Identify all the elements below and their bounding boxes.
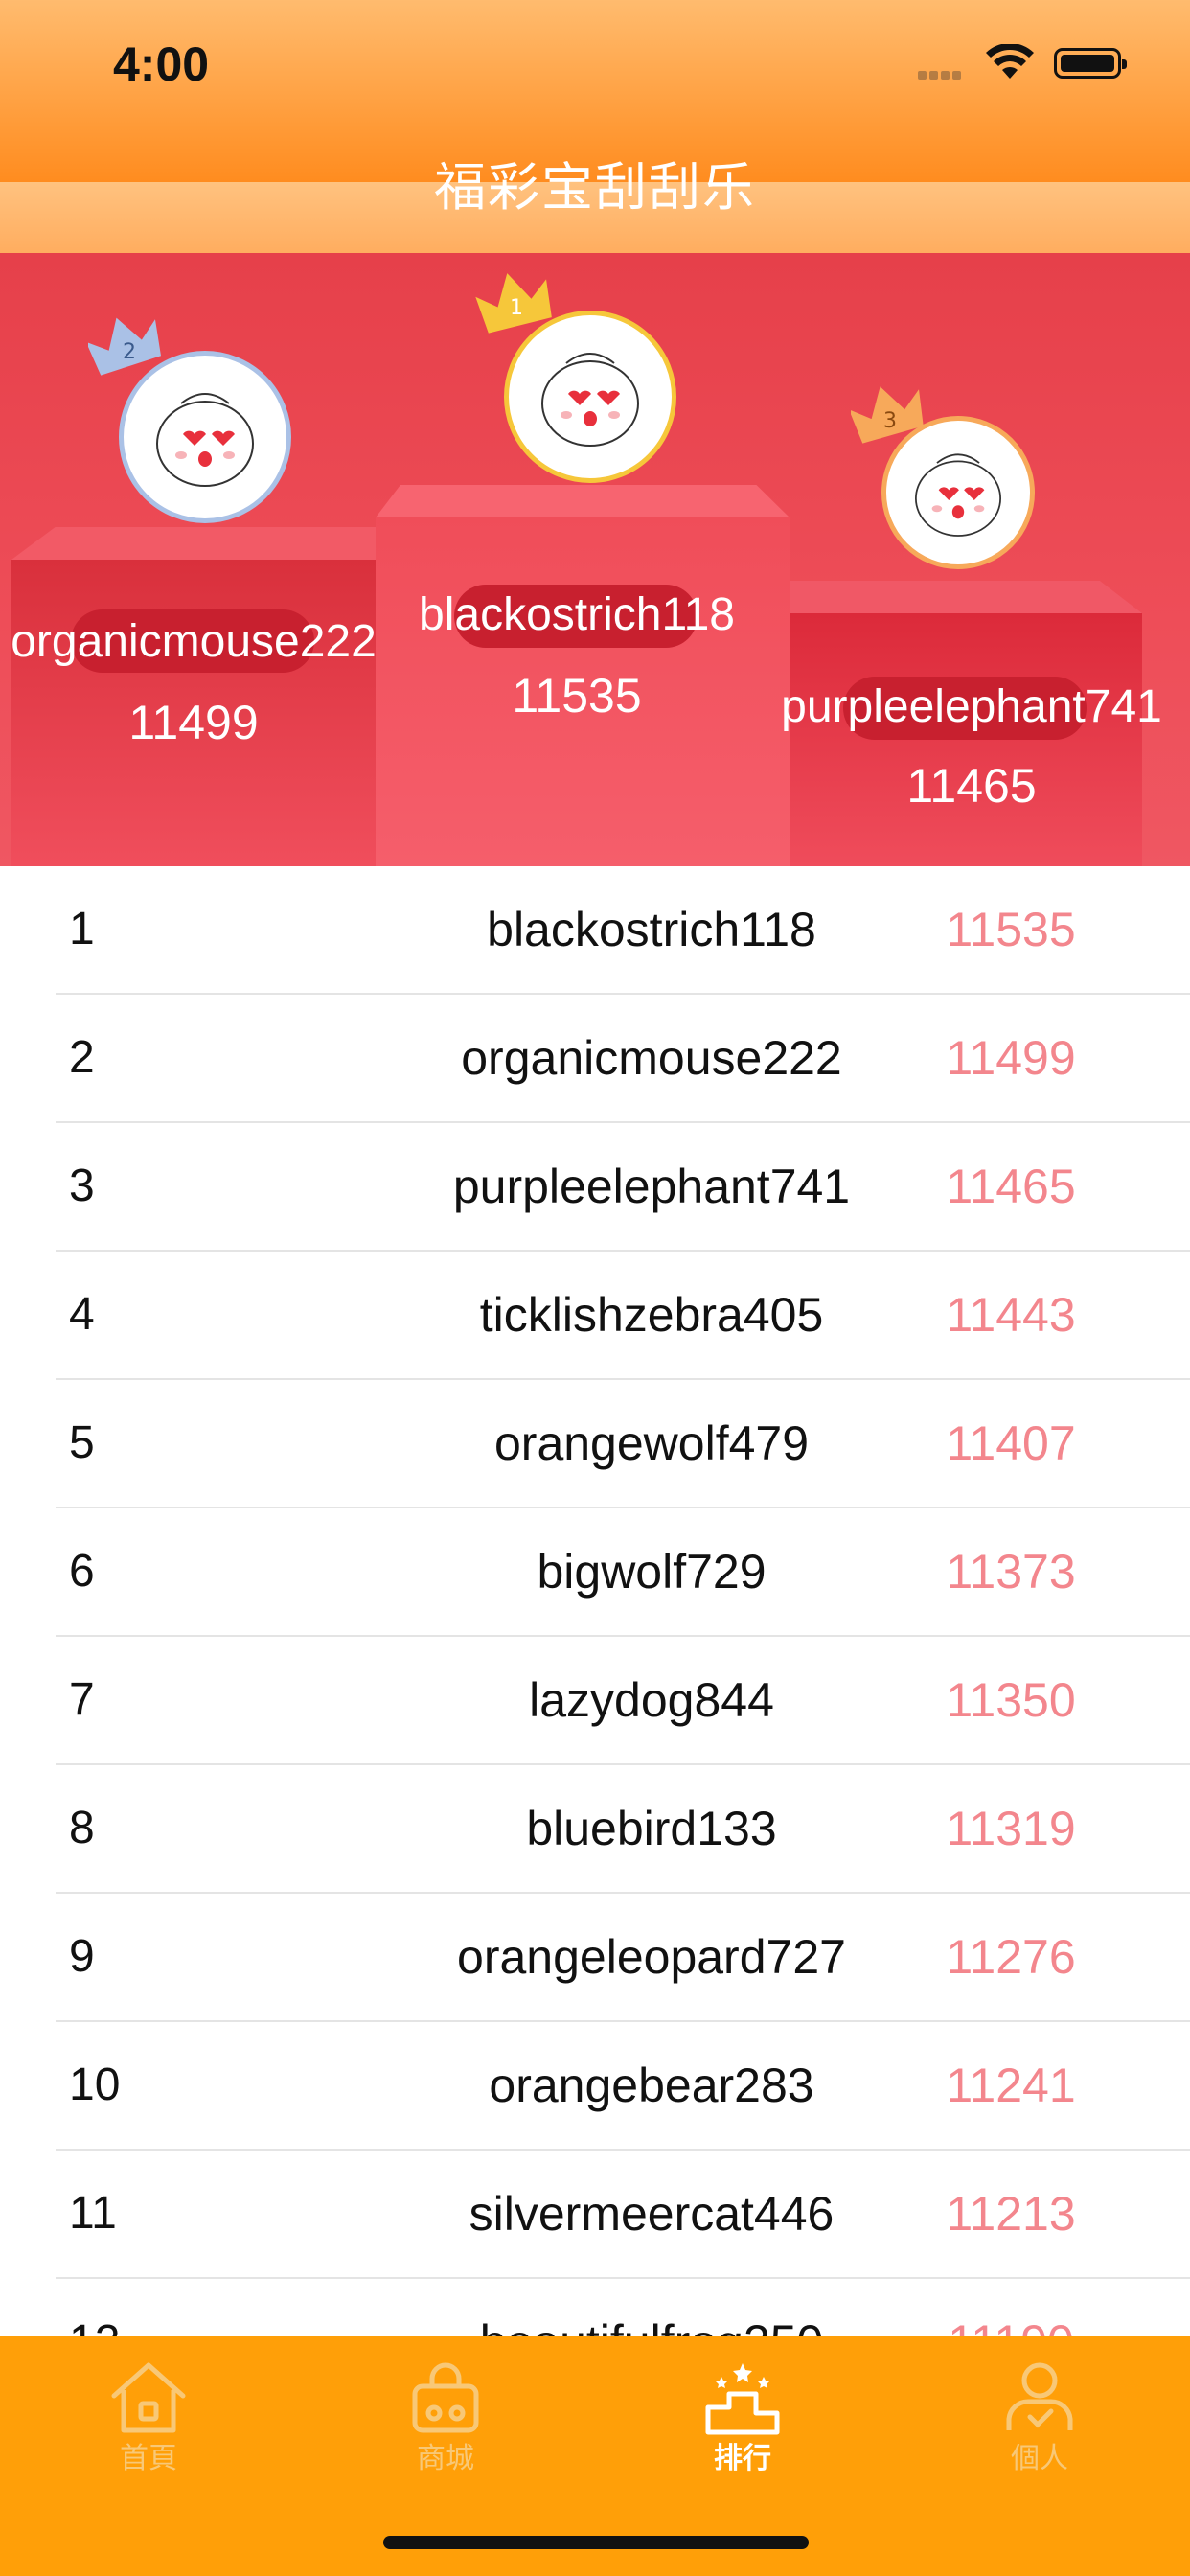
username: ticklishzebra405	[479, 1288, 824, 1342]
bun-character-icon	[541, 353, 639, 447]
table-row[interactable]: 3 purpleelephant741 11465	[56, 1123, 1190, 1252]
username: orangebear283	[489, 2058, 814, 2112]
tab-home-label: 首頁	[120, 2443, 177, 2474]
rank-number: 3	[69, 1161, 95, 1211]
silver-crown-icon: 2	[88, 317, 161, 376]
gold-crown-icon: 1	[475, 273, 552, 334]
username: bluebird133	[526, 1802, 777, 1855]
home-indicator[interactable]	[383, 2536, 809, 2549]
table-row[interactable]: 2 organicmouse222 11499	[56, 995, 1190, 1123]
tab-shop-label: 商城	[417, 2443, 474, 2474]
username: orangewolf479	[493, 1416, 810, 1470]
rank-number: 6	[69, 1546, 95, 1597]
score: 11319	[946, 1802, 1076, 1855]
score: 11465	[946, 1160, 1076, 1213]
bronze-crown-icon: 3	[851, 386, 924, 444]
rank-number: 7	[69, 1674, 95, 1725]
table-row[interactable]: 4 ticklishzebra405 11443	[56, 1252, 1190, 1380]
bun-character-icon	[156, 393, 254, 487]
table-row[interactable]: 11 silvermeercat446 11213	[56, 2150, 1190, 2279]
rank-number: 2	[69, 1032, 95, 1083]
table-row[interactable]: 10 orangebear283 11241	[56, 2022, 1190, 2150]
tab-rank[interactable]: 排行	[594, 2336, 891, 2490]
score: 11350	[946, 1673, 1076, 1727]
score: 11407	[946, 1416, 1076, 1470]
crown-rank-label: 1	[510, 296, 523, 320]
tab-shop[interactable]: 商城	[297, 2336, 594, 2490]
table-row[interactable]: 6 bigwolf729 11373	[56, 1508, 1190, 1637]
podium-third-score: 11465	[906, 759, 1037, 813]
wifi-icon	[986, 44, 1034, 79]
leaderboard-list[interactable]: 1 blackostrich118 11535 2 organicmouse222 11…	[0, 866, 1190, 2407]
shopping-bag-icon	[412, 2362, 479, 2433]
table-row[interactable]: 8 bluebird133 11319	[56, 1765, 1190, 1894]
username: purpleelephant741	[452, 1160, 851, 1213]
rank-number: 4	[69, 1289, 95, 1340]
rank-number: 1	[69, 904, 95, 954]
score: 11213	[946, 2187, 1076, 2241]
score: 11241	[946, 2058, 1076, 2112]
tab-me-label: 個人	[1011, 2443, 1068, 2474]
username: orangeleopard727	[457, 1930, 846, 1984]
username: lazydog844	[529, 1673, 774, 1727]
crown-rank-label: 3	[883, 409, 897, 433]
table-row[interactable]: 7 lazydog844 11350	[56, 1637, 1190, 1765]
podium-first-name: blackostrich118	[419, 589, 735, 640]
table-row[interactable]: 5 orangewolf479 11407	[56, 1380, 1190, 1508]
header: 4:00 福彩宝刮刮乐	[0, 0, 1190, 253]
rank-number: 9	[69, 1931, 95, 1982]
cellular-signal-icon	[918, 67, 964, 84]
username: bigwolf729	[537, 1545, 767, 1598]
crown-rank-label: 2	[123, 340, 136, 364]
battery-icon	[1054, 48, 1127, 79]
tab-home[interactable]: 首頁	[0, 2336, 297, 2490]
tab-rank-label: 排行	[714, 2443, 771, 2474]
username: blackostrich118	[487, 903, 816, 956]
rank-number: 10	[69, 2059, 121, 2110]
username: silvermeercat446	[469, 2187, 835, 2241]
page-title: 福彩宝刮刮乐	[434, 159, 756, 217]
score: 11499	[946, 1031, 1076, 1085]
podium-icon	[705, 2363, 780, 2435]
rank-number: 5	[69, 1417, 95, 1468]
score: 11443	[946, 1288, 1076, 1342]
rank-number: 11	[69, 2188, 117, 2239]
podium-banner: 2 1 3 organicmouse222 11499 blackostrich…	[0, 253, 1190, 866]
table-row[interactable]: 1 blackostrich118 11535	[56, 866, 1190, 995]
podium-third-name: purpleelephant741	[781, 681, 1162, 732]
user-icon	[1006, 2362, 1073, 2430]
score: 11535	[946, 903, 1076, 956]
tab-me[interactable]: 個人	[891, 2336, 1188, 2490]
score: 11373	[946, 1545, 1076, 1598]
username: organicmouse222	[461, 1031, 842, 1085]
table-row[interactable]: 9 orangeleopard727 11276	[56, 1894, 1190, 2022]
score: 11276	[946, 1930, 1076, 1984]
status-time: 4:00	[113, 37, 210, 91]
home-icon	[111, 2362, 186, 2433]
rank-number: 8	[69, 1803, 95, 1853]
